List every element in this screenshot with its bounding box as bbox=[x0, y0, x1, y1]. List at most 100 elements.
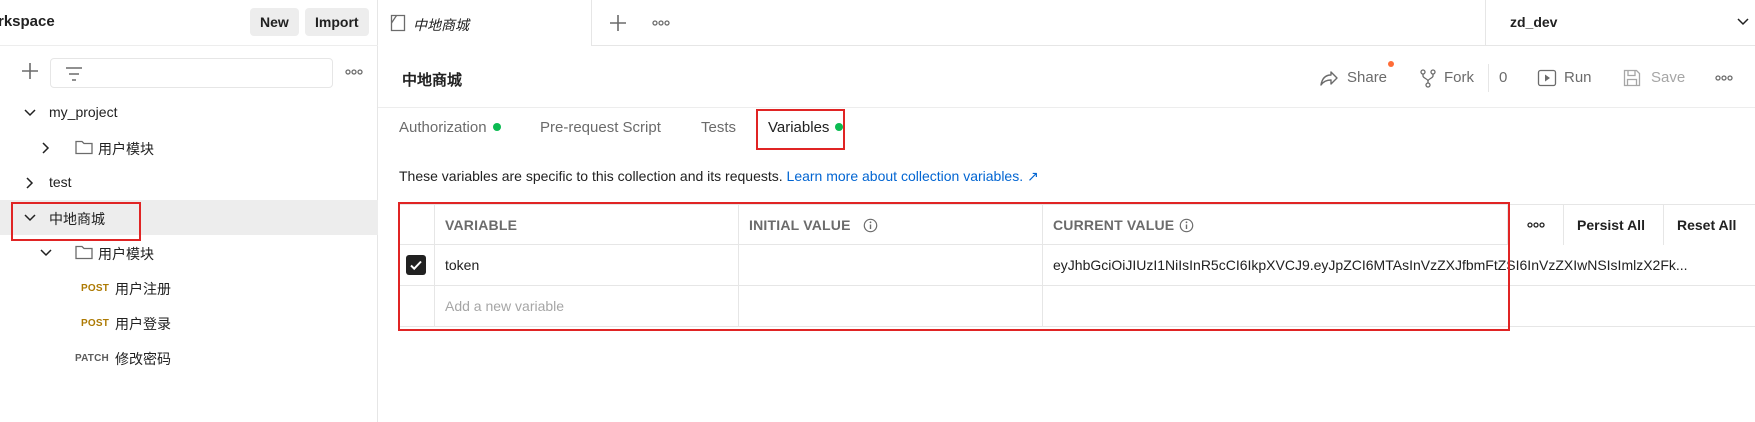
tab-label: Pre-request Script bbox=[540, 119, 661, 136]
table-row: token eyJhbGciOiJIUzI1NiIsInR5cCI6IkpXVC… bbox=[399, 245, 1755, 286]
status-dot bbox=[835, 123, 844, 131]
new-variable-cell[interactable]: Add a new variable bbox=[434, 286, 738, 326]
tree-item-folder[interactable]: 用户模块 bbox=[0, 130, 378, 165]
run-icon bbox=[1537, 69, 1557, 87]
tree-item-label: 用户模块 bbox=[98, 246, 154, 262]
learn-more-link[interactable]: Learn more about collection variables. ↗ bbox=[787, 168, 1039, 184]
collection-icon bbox=[390, 14, 406, 35]
method-badge: PATCH bbox=[75, 353, 109, 364]
add-variable-placeholder: Add a new variable bbox=[445, 298, 565, 314]
new-initial-value-cell[interactable] bbox=[738, 286, 1042, 326]
tree-item-label: 用户模块 bbox=[98, 141, 154, 157]
tree-item-zhongdi-mall[interactable]: 中地商城 bbox=[0, 200, 378, 235]
table-header-row: VARIABLE INITIAL VALUE CURRENT VALUE Per… bbox=[399, 204, 1755, 245]
filter-input[interactable] bbox=[50, 58, 333, 88]
status-dot bbox=[492, 123, 501, 131]
persist-all-button[interactable]: Persist All bbox=[1563, 205, 1663, 245]
chevron-down-icon[interactable] bbox=[23, 106, 37, 120]
tab-tests[interactable]: Tests bbox=[701, 119, 736, 136]
header-variable: VARIABLE bbox=[434, 205, 738, 245]
table-more-button[interactable] bbox=[1507, 205, 1563, 245]
checkbox-cell bbox=[399, 286, 434, 326]
new-current-value-cell[interactable] bbox=[1042, 286, 1755, 326]
reset-all-button[interactable]: Reset All bbox=[1663, 205, 1755, 245]
notification-dot bbox=[1388, 61, 1394, 67]
fork-divider bbox=[1488, 64, 1489, 92]
tree-item-request[interactable]: POST 用户登录 bbox=[0, 305, 378, 340]
share-button[interactable]: Share bbox=[1320, 66, 1392, 90]
info-icon[interactable] bbox=[863, 218, 878, 236]
tab-bar: 中地商城 zd_dev bbox=[378, 0, 1755, 46]
share-icon bbox=[1320, 71, 1338, 86]
variables-description: These variables are specific to this col… bbox=[399, 168, 1039, 185]
sidebar: rkspace New Import my_project 用户模块 test … bbox=[0, 0, 378, 422]
save-label: Save bbox=[1651, 69, 1686, 86]
collection-more-icon[interactable] bbox=[1713, 68, 1735, 88]
more-options-icon[interactable] bbox=[343, 62, 365, 82]
fork-label: Fork bbox=[1444, 69, 1474, 86]
tab-label: Authorization bbox=[399, 119, 487, 136]
chevron-right-icon[interactable] bbox=[23, 176, 37, 190]
info-icon[interactable] bbox=[1179, 218, 1194, 236]
new-button[interactable]: New bbox=[250, 8, 299, 36]
description-text: These variables are specific to this col… bbox=[399, 168, 783, 184]
column-header: VARIABLE bbox=[445, 217, 518, 233]
fork-button[interactable]: Fork bbox=[1418, 66, 1480, 90]
tree-item-label: 中地商城 bbox=[49, 211, 105, 227]
column-header: CURRENT VALUE bbox=[1053, 217, 1175, 233]
column-header: INITIAL VALUE bbox=[749, 217, 851, 233]
current-value-cell[interactable]: eyJhbGciOiJIUzI1NiIsInR5cCI6IkpXVCJ9.eyJ… bbox=[1042, 245, 1755, 285]
chevron-right-icon[interactable] bbox=[39, 141, 53, 155]
enabled-checkbox[interactable] bbox=[406, 255, 426, 275]
share-label: Share bbox=[1347, 69, 1388, 86]
sidebar-toolbar bbox=[0, 56, 378, 90]
workspace-header: rkspace New Import bbox=[0, 0, 378, 46]
tab-collection[interactable]: 中地商城 bbox=[378, 0, 592, 46]
plus-icon[interactable] bbox=[19, 60, 41, 82]
tree-item-label: test bbox=[49, 174, 72, 190]
tree-item-request[interactable]: PATCH 修改密码 bbox=[0, 340, 378, 375]
collection-title: 中地商城 bbox=[402, 72, 463, 89]
save-button[interactable]: Save bbox=[1622, 66, 1688, 90]
tab-label: 中地商城 bbox=[413, 17, 469, 33]
variable-cell[interactable]: token bbox=[434, 245, 738, 285]
more-options-icon bbox=[1527, 222, 1545, 228]
tab-pre-request-script[interactable]: Pre-request Script bbox=[540, 119, 661, 136]
tree-item-label: 修改密码 bbox=[115, 351, 171, 367]
tab-label: Variables bbox=[768, 119, 830, 136]
workspace-title: rkspace bbox=[0, 13, 55, 30]
chevron-down-icon[interactable] bbox=[1736, 15, 1750, 32]
filter-icon[interactable] bbox=[65, 66, 83, 85]
chevron-down-icon[interactable] bbox=[39, 246, 53, 260]
environment-selector[interactable]: zd_dev bbox=[1485, 0, 1755, 46]
table-row-new: Add a new variable bbox=[399, 286, 1755, 327]
fork-count[interactable]: 0 bbox=[1499, 69, 1507, 86]
chevron-down-icon[interactable] bbox=[23, 211, 37, 225]
header-divider bbox=[378, 107, 1755, 108]
tab-more-icon[interactable] bbox=[650, 13, 672, 33]
tab-variables[interactable]: Variables bbox=[768, 119, 844, 136]
environment-label: zd_dev bbox=[1510, 14, 1558, 30]
tree-item-test[interactable]: test bbox=[0, 165, 378, 200]
checkbox-cell bbox=[399, 245, 434, 285]
tree-item-request[interactable]: POST 用户注册 bbox=[0, 270, 378, 305]
tab-authorization[interactable]: Authorization bbox=[399, 119, 501, 136]
run-label: Run bbox=[1564, 69, 1592, 86]
initial-value-cell[interactable] bbox=[738, 245, 1042, 285]
tree-item-label: 用户登录 bbox=[115, 316, 171, 332]
new-tab-plus-icon[interactable] bbox=[607, 12, 629, 34]
run-button[interactable]: Run bbox=[1537, 66, 1597, 90]
variable-name: token bbox=[445, 257, 480, 273]
header-initial-value: INITIAL VALUE bbox=[738, 205, 1042, 245]
folder-icon bbox=[75, 139, 93, 155]
import-button[interactable]: Import bbox=[305, 8, 369, 36]
method-badge: POST bbox=[81, 283, 110, 294]
current-value: eyJhbGciOiJIUzI1NiIsInR5cCI6IkpXVCJ9.eyJ… bbox=[1053, 257, 1688, 273]
tree-item-folder[interactable]: 用户模块 bbox=[0, 235, 378, 270]
tab-label: Tests bbox=[701, 119, 737, 136]
tree-item-label: 用户注册 bbox=[115, 281, 171, 297]
folder-icon bbox=[75, 244, 93, 260]
fork-icon bbox=[1420, 69, 1436, 88]
save-icon bbox=[1623, 69, 1641, 87]
tree-item-my-project[interactable]: my_project bbox=[0, 95, 378, 130]
